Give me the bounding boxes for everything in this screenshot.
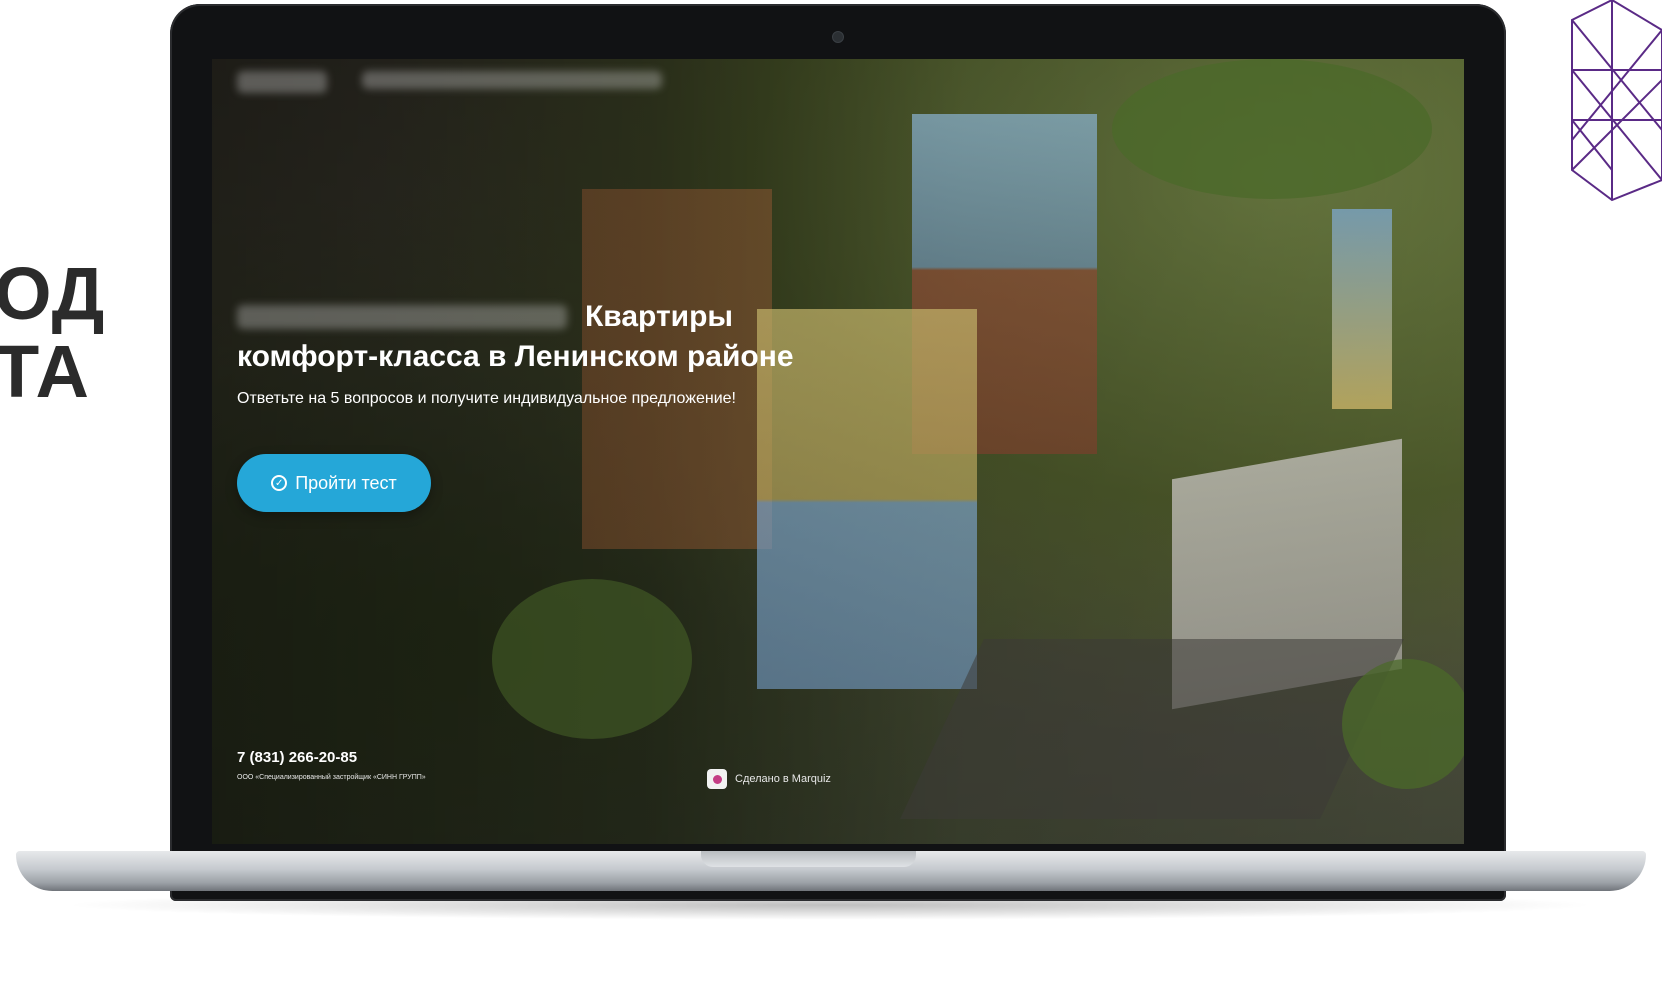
laptop-base xyxy=(16,851,1646,891)
laptop-screen: Квартиры комфорт-класса в Ленинском райо… xyxy=(212,59,1464,844)
tree-illustration xyxy=(1342,659,1464,789)
take-test-button[interactable]: ✓ Пройти тест xyxy=(237,454,431,512)
marquiz-logo-icon xyxy=(707,769,727,789)
check-circle-icon: ✓ xyxy=(271,475,288,491)
partial-heading: ОД ТА xyxy=(0,255,105,411)
phone-number[interactable]: 7 (831) 266-20-85 xyxy=(237,749,357,766)
hero-subtitle: Ответьте на 5 вопросов и получите индиви… xyxy=(237,390,736,407)
camera-icon xyxy=(832,31,844,43)
made-with-marquiz-link[interactable]: Сделано в Marquiz xyxy=(707,769,831,789)
tree-illustration xyxy=(492,579,692,739)
hero-title-line1: Квартиры xyxy=(585,300,734,333)
hero-title-line2: комфорт-класса в Ленинском районе xyxy=(237,340,794,373)
partial-heading-line2: ТА xyxy=(0,330,90,413)
take-test-button-label: Пройти тест xyxy=(295,472,397,493)
partial-heading-line1: ОД xyxy=(0,252,106,335)
blurred-header-logo xyxy=(237,71,327,93)
blurred-complex-name xyxy=(237,305,567,329)
laptop-notch xyxy=(701,851,916,867)
company-name: ООО «Специализированный застройщик «СИНН… xyxy=(237,774,426,781)
tree-illustration xyxy=(1112,59,1432,199)
blurred-header-text xyxy=(362,71,662,89)
hero-title: Квартиры комфорт-класса в Ленинском райо… xyxy=(237,297,857,377)
building-illustration xyxy=(1332,209,1392,409)
made-with-label: Сделано в Marquiz xyxy=(735,773,831,785)
geometric-pattern-decoration xyxy=(1571,0,1662,202)
laptop-lid: Квартиры комфорт-класса в Ленинском райо… xyxy=(170,4,1506,901)
road-illustration xyxy=(900,639,1404,819)
